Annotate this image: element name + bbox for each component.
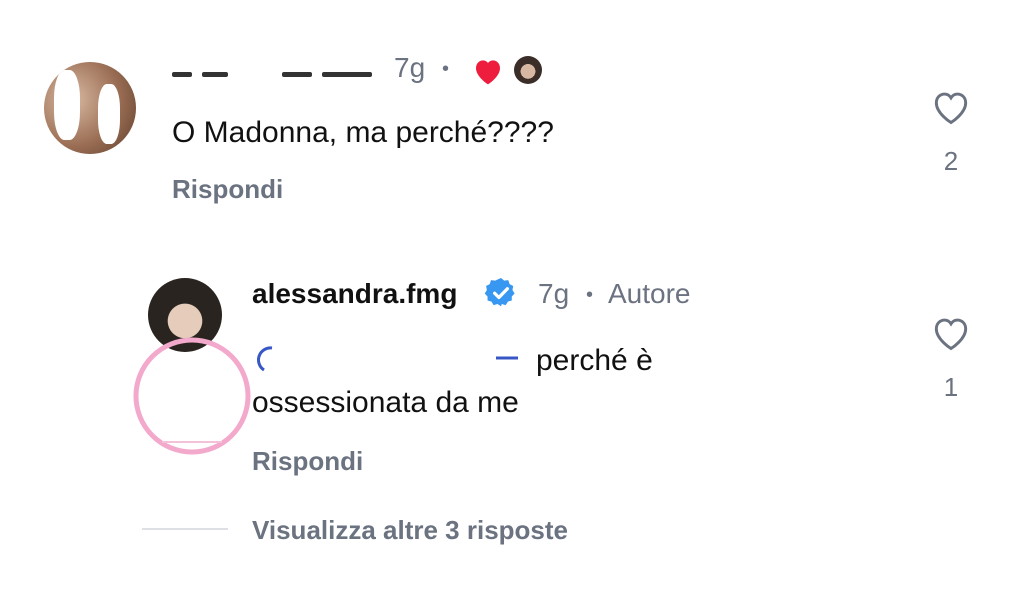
author-label: Autore bbox=[608, 278, 691, 309]
like-count: 1 bbox=[943, 372, 959, 402]
author-mini-avatar bbox=[514, 56, 542, 84]
reply-button[interactable]: Rispondi bbox=[172, 174, 283, 205]
meta-dot: • bbox=[442, 58, 450, 80]
comment-text-line2: ossessionata da me bbox=[252, 386, 519, 419]
redacted-mention[interactable] bbox=[252, 340, 524, 376]
view-more-replies-button[interactable]: Visualizza altre 3 risposte bbox=[252, 515, 568, 546]
like-count: 2 bbox=[943, 146, 959, 176]
watermark-logo bbox=[92, 330, 272, 480]
meta-dot: • bbox=[586, 284, 594, 306]
verified-badge-icon bbox=[484, 276, 518, 310]
commenter-avatar[interactable] bbox=[44, 62, 136, 154]
author-username[interactable]: alessandra.fmg bbox=[252, 278, 457, 310]
comment-time: 7g bbox=[538, 278, 570, 309]
redacted-username[interactable] bbox=[172, 60, 378, 80]
comment-text: O Madonna, ma perché???? bbox=[172, 116, 554, 149]
like-heart-icon[interactable] bbox=[930, 88, 972, 126]
comment-text-line1: perché è bbox=[536, 344, 653, 377]
like-heart-icon[interactable] bbox=[930, 314, 972, 352]
thread-divider bbox=[142, 528, 228, 530]
author-liked-heart-icon bbox=[472, 56, 504, 86]
comment-time: 7g bbox=[394, 52, 426, 83]
